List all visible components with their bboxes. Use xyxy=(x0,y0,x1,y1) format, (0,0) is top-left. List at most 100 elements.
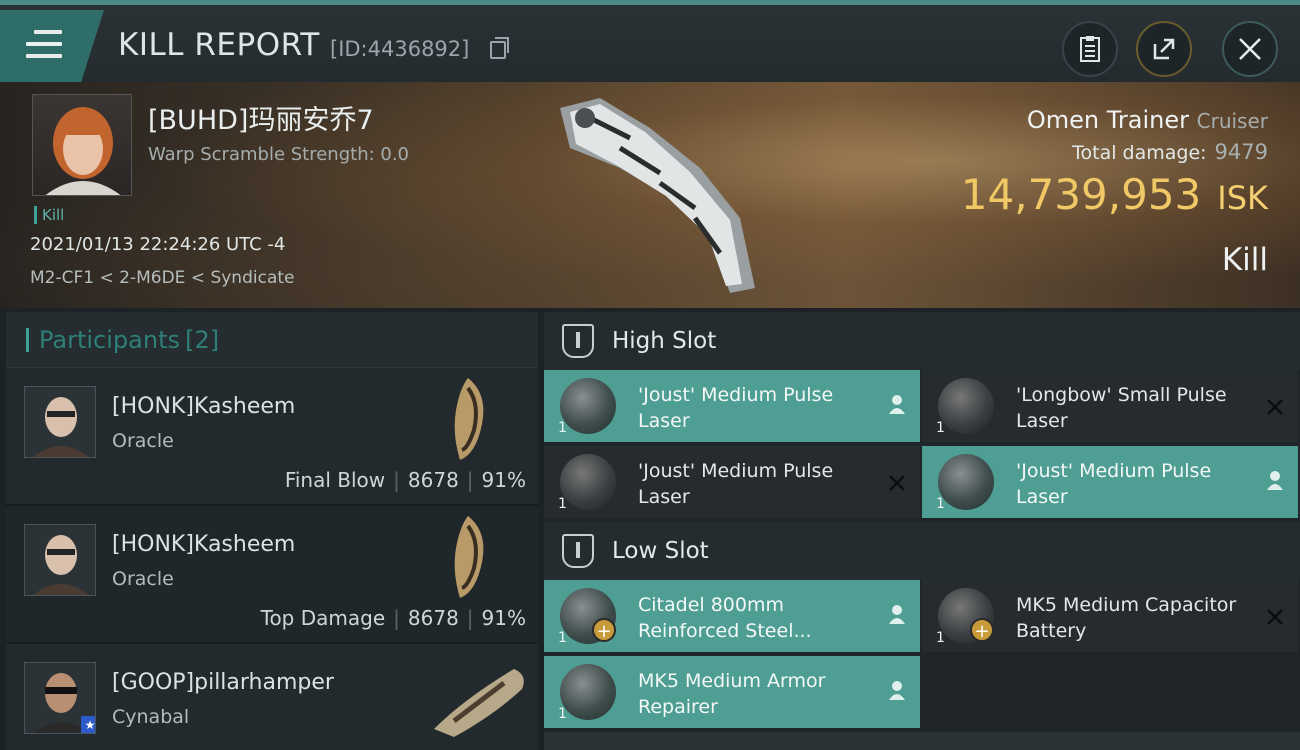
low-slot-label: Low Slot xyxy=(612,538,709,564)
high-slot-icon xyxy=(562,324,594,358)
next-slot-header xyxy=(544,732,1300,750)
menu-button[interactable] xyxy=(0,10,104,82)
module-item[interactable]: 1 MK5 Medium Armor Repairer xyxy=(544,656,920,728)
high-slot-label: High Slot xyxy=(612,328,717,354)
participant-row[interactable]: [HONK]Kasheem Oracle Final Blow | 8678 | 91% xyxy=(6,368,538,506)
module-item[interactable]: 1 'Longbow' Small Pulse Laser xyxy=(922,370,1298,442)
kill-result: Kill xyxy=(1221,242,1268,278)
participant-percent: 91% xyxy=(481,468,526,492)
participant-stats: Top Damage | 8678 | 91% xyxy=(260,606,526,630)
participant-ship-image xyxy=(454,378,484,460)
top-bar: KILL REPORT [ID:4436892] xyxy=(0,0,1300,82)
module-qty: 1 xyxy=(558,420,567,436)
share-icon xyxy=(1153,38,1175,60)
participant-damage: 8678 xyxy=(407,606,459,630)
participants-header: Participants [2] xyxy=(6,312,538,368)
person-icon xyxy=(888,394,906,420)
plus-icon: + xyxy=(970,618,994,642)
low-slot-modules: + 1 Citadel 800mm Reinforced Steel... + … xyxy=(544,580,1300,732)
participant-role: Final Blow xyxy=(284,468,386,492)
fitting-panel: High Slot 1 'Joust' Medium Pulse Laser 1… xyxy=(544,312,1300,750)
low-slot-header: Low Slot xyxy=(544,522,1300,580)
isk-amount: 14,739,953 xyxy=(960,170,1202,219)
laser-icon xyxy=(938,454,994,510)
victim-name: [BUHD]玛丽安乔7 xyxy=(148,105,374,136)
module-name: 'Joust' Medium Pulse Laser xyxy=(638,384,834,432)
participants-label: Participants xyxy=(39,325,180,354)
victim-ship-image[interactable] xyxy=(530,88,770,298)
participant-avatar: ★ xyxy=(24,662,96,734)
laser-icon xyxy=(938,378,994,434)
warp-scramble: Warp Scramble Strength: 0.0 xyxy=(148,144,410,165)
total-damage-value: 9479 xyxy=(1214,140,1268,164)
high-slot-modules: 1 'Joust' Medium Pulse Laser 1 'Longbow'… xyxy=(544,370,1300,522)
module-item[interactable]: 1 'Joust' Medium Pulse Laser xyxy=(544,370,920,442)
kill-datetime: 2021/01/13 22:24:26 UTC -4 xyxy=(30,234,286,255)
module-item[interactable]: + 1 Citadel 800mm Reinforced Steel... xyxy=(544,580,920,652)
participant-name: [HONK]Kasheem xyxy=(112,394,296,419)
module-name: MK5 Medium Armor Repairer xyxy=(638,670,826,718)
module-name: 'Joust' Medium Pulse Laser xyxy=(638,460,834,508)
module-qty: 1 xyxy=(936,496,945,512)
module-qty: 1 xyxy=(558,630,567,646)
section-accent-bar xyxy=(26,327,29,352)
participant-percent: 91% xyxy=(481,606,526,630)
ship-class: Cruiser xyxy=(1196,109,1268,133)
participant-damage: 8678 xyxy=(407,468,459,492)
participant-name: [HONK]Kasheem xyxy=(112,532,296,557)
page-title: KILL REPORT xyxy=(118,27,320,63)
participant-ship: Cynabal xyxy=(112,706,190,728)
isk-value: 14,739,953 ISK xyxy=(961,170,1268,219)
close-icon xyxy=(1239,38,1261,60)
share-button[interactable] xyxy=(1136,21,1192,77)
participant-avatar xyxy=(24,524,96,596)
clipboard-button[interactable] xyxy=(1062,21,1118,77)
close-button[interactable] xyxy=(1222,21,1278,77)
plus-icon: + xyxy=(592,618,616,642)
laser-icon xyxy=(560,454,616,510)
kill-tag: Kill xyxy=(34,206,64,224)
victim-avatar[interactable] xyxy=(32,94,132,196)
participant-stats: Final Blow | 8678 | 91% xyxy=(284,468,526,492)
module-item[interactable]: 1 'Joust' Medium Pulse Laser xyxy=(922,446,1298,518)
copy-icon[interactable] xyxy=(490,37,509,59)
module-item[interactable]: + 1 MK5 Medium Capacitor Battery xyxy=(922,580,1298,652)
victim-header: [BUHD]玛丽安乔7 Warp Scramble Strength: 0.0 … xyxy=(0,82,1300,308)
isk-unit: ISK xyxy=(1217,179,1268,217)
person-icon xyxy=(1266,470,1284,496)
star-icon: ★ xyxy=(81,716,95,733)
participant-ship-image xyxy=(434,669,524,737)
low-slot-icon xyxy=(562,534,594,568)
module-name: 'Joust' Medium Pulse Laser xyxy=(1016,460,1212,508)
participant-role: Top Damage xyxy=(260,606,386,630)
module-qty: 1 xyxy=(558,496,567,512)
person-icon xyxy=(888,680,906,706)
hamburger-icon xyxy=(26,30,62,66)
participant-ship: Oracle xyxy=(112,430,174,452)
participant-row[interactable]: ★ [GOOP]pillarhamper Cynabal xyxy=(6,644,538,750)
kill-location[interactable]: M2-CF1 < 2-M6DE < Syndicate xyxy=(30,268,294,288)
participant-ship-image xyxy=(454,516,484,598)
total-damage: Total damage: 9479 xyxy=(1072,140,1268,164)
module-qty: 1 xyxy=(936,630,945,646)
participant-ship: Oracle xyxy=(112,568,174,590)
participants-count: [2] xyxy=(185,325,220,354)
x-icon xyxy=(1266,394,1284,422)
high-slot-header: High Slot xyxy=(544,312,1300,370)
total-damage-label: Total damage: xyxy=(1072,142,1207,164)
report-id: [ID:4436892] xyxy=(330,37,470,61)
repairer-icon xyxy=(560,664,616,720)
module-empty xyxy=(922,656,1298,728)
ship-name: Omen Trainer xyxy=(1026,106,1189,134)
module-name: 'Longbow' Small Pulse Laser xyxy=(1016,384,1227,432)
module-name: MK5 Medium Capacitor Battery xyxy=(1016,594,1237,642)
participant-avatar xyxy=(24,386,96,458)
x-icon xyxy=(888,470,906,498)
participant-row[interactable]: [HONK]Kasheem Oracle Top Damage | 8678 | 91% xyxy=(6,506,538,644)
module-item[interactable]: 1 'Joust' Medium Pulse Laser xyxy=(544,446,920,518)
clipboard-icon xyxy=(1080,36,1100,62)
laser-icon xyxy=(560,378,616,434)
ship-type[interactable]: Omen Trainer Cruiser xyxy=(1027,106,1268,134)
participant-name: [GOOP]pillarhamper xyxy=(112,670,334,695)
x-icon xyxy=(1266,604,1284,632)
